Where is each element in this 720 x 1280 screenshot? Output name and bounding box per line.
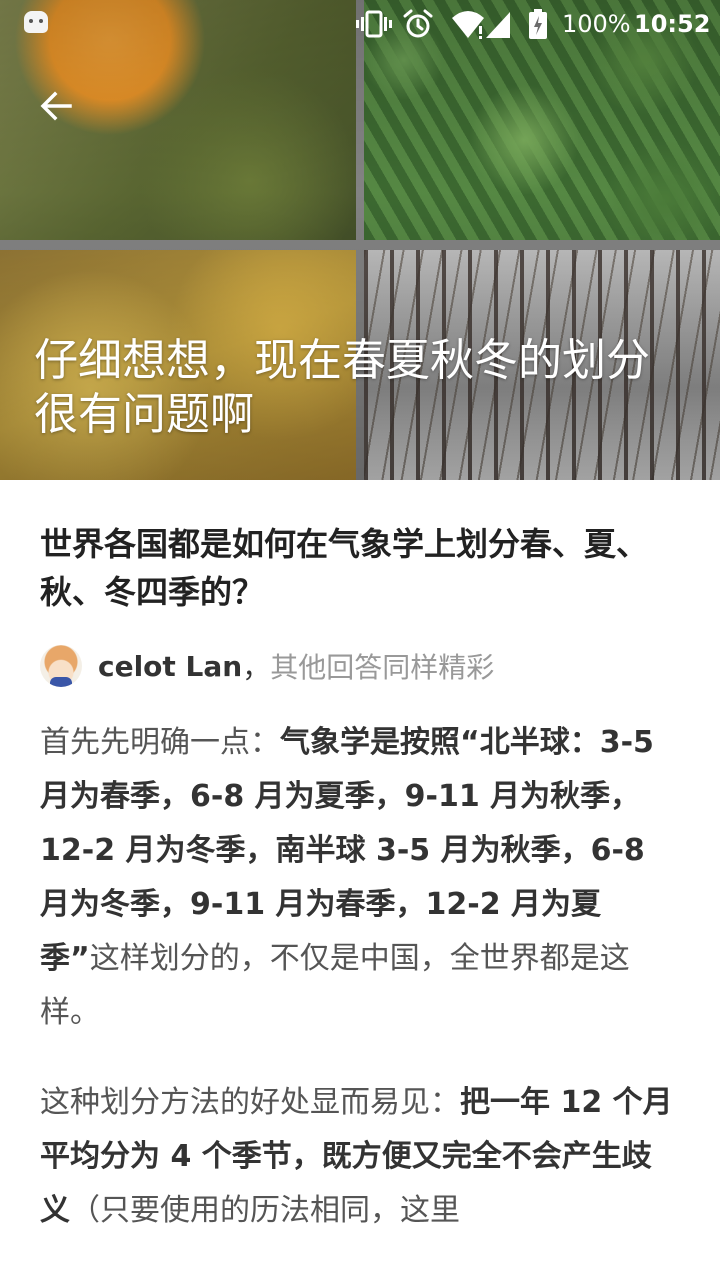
page-title: 仔细想想，现在春夏秋冬的划分很有问题啊 — [34, 335, 650, 440]
avatar[interactable] — [40, 645, 82, 687]
paragraph-text: （只要使用的历法相同，这里 — [70, 1193, 460, 1228]
author-row[interactable]: celot Lan ， 其他回答同样精彩 — [40, 644, 680, 688]
app-notification-icon — [24, 11, 48, 33]
author-separator: ， — [242, 651, 271, 684]
back-arrow-icon — [40, 91, 72, 121]
vibrate-icon — [356, 10, 392, 38]
wifi-icon — [452, 11, 484, 39]
signal-icon — [486, 12, 510, 38]
paragraph-bold-text: 气象学是按照“北半球：3-5 月为春季，6-8 月为夏季，9-11 月为秋季，1… — [40, 725, 654, 976]
author-name[interactable]: celot Lan — [98, 650, 242, 683]
paragraph-text: 首先先明确一点： — [40, 725, 280, 760]
paragraph-text: 这样划分的，不仅是中国，全世界都是这样。 — [40, 941, 630, 1030]
answer-paragraph-1: 首先先明确一点：气象学是按照“北半球：3-5 月为春季，6-8 月为夏季，9-1… — [40, 716, 680, 1040]
header-image: 100% 10:52 仔细想想，现在春夏秋冬的划分很有问题啊 — [0, 0, 720, 480]
answer-paragraph-2: 这种划分方法的好处显而易见：把一年 12 个月平均分为 4 个季节，既方便又完全… — [40, 1076, 680, 1238]
battery-icon — [529, 9, 547, 39]
alarm-icon — [403, 9, 433, 38]
battery-percent: 100% — [562, 10, 631, 38]
status-bar: 100% 10:52 — [0, 0, 720, 48]
clock: 10:52 — [634, 10, 711, 38]
other-answers-note: 其他回答同样精彩 — [270, 651, 495, 684]
answer-content: 世界各国都是如何在气象学上划分春、夏、秋、冬四季的？ celot Lan ， 其… — [40, 520, 680, 1238]
paragraph-text: 这种划分方法的好处显而易见： — [40, 1085, 460, 1120]
back-button[interactable] — [32, 82, 80, 130]
question-title[interactable]: 世界各国都是如何在气象学上划分春、夏、秋、冬四季的？ — [40, 520, 680, 616]
